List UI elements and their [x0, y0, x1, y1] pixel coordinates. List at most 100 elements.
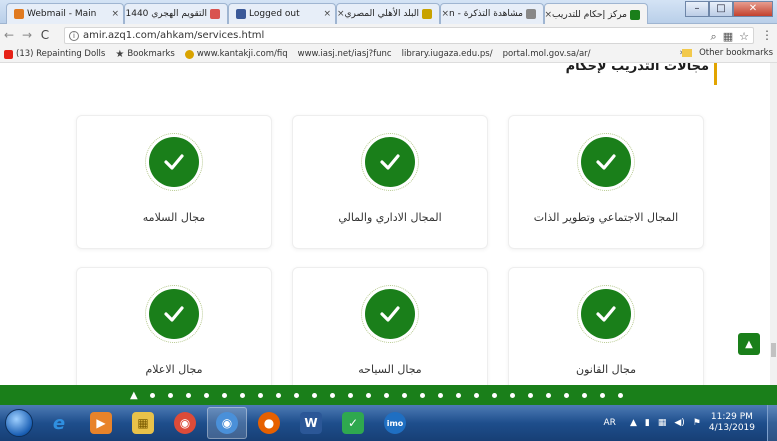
- pager-dot[interactable]: [419, 392, 425, 398]
- pager-dot[interactable]: [545, 392, 551, 398]
- forward-icon[interactable]: →: [18, 28, 36, 42]
- star-icon[interactable]: ☆: [739, 30, 749, 44]
- tab-favicon-icon: [236, 9, 246, 19]
- bookmark-kantakji[interactable]: www.kantakji.com/fiq: [184, 49, 288, 59]
- taskbar-chrome[interactable]: ◉: [165, 407, 205, 439]
- bookmark-mol-portal[interactable]: portal.mol.gov.sa/ar/: [0, 49, 591, 118]
- pager-dot[interactable]: [383, 392, 389, 398]
- translate-icon[interactable]: ▦: [723, 30, 733, 44]
- pager-dot[interactable]: [275, 392, 281, 398]
- close-icon[interactable]: ×: [441, 9, 449, 19]
- tab-logged-out[interactable]: Logged out ×: [228, 3, 336, 24]
- back-icon[interactable]: ←: [0, 28, 18, 42]
- tab-ahkam-center[interactable]: مركز إحكام للتدريب ×: [544, 3, 648, 25]
- volume-icon[interactable]: ◀): [674, 418, 684, 428]
- pager-dot[interactable]: [455, 392, 461, 398]
- pager-dot[interactable]: [149, 392, 155, 398]
- shield-icon: ✓: [342, 412, 364, 434]
- pager-dot[interactable]: [365, 392, 371, 398]
- maximize-icon[interactable]: □: [709, 1, 733, 17]
- bookmark-iasj[interactable]: www.iasj.net/iasj?func: [0, 49, 392, 118]
- pager-dot[interactable]: [599, 392, 605, 398]
- pager-dot[interactable]: [509, 392, 515, 398]
- tab-hijri-calendar[interactable]: التقويم الهجري 1440 ×: [124, 3, 228, 24]
- taskbar-chrome-active[interactable]: ◉: [207, 407, 247, 439]
- minimize-icon[interactable]: –: [685, 1, 709, 17]
- service-card-tourism[interactable]: مجال السياحه: [292, 267, 488, 385]
- pager-dot[interactable]: [347, 392, 353, 398]
- pager-dot[interactable]: [329, 392, 335, 398]
- bookmark-repainting-dolls[interactable]: (13) Repainting Dolls: [4, 49, 105, 59]
- check-badge: [577, 285, 635, 343]
- pager-dot[interactable]: [185, 392, 191, 398]
- pager-dot[interactable]: [167, 392, 173, 398]
- language-indicator[interactable]: AR: [604, 418, 616, 428]
- pager-dot[interactable]: [239, 392, 245, 398]
- menu-kebab-icon[interactable]: ⋮: [761, 28, 773, 42]
- tab-webmail[interactable]: Webmail - Main ×: [6, 3, 124, 24]
- pager-dot[interactable]: [491, 392, 497, 398]
- pager-dot[interactable]: [473, 392, 479, 398]
- pager-dot[interactable]: [257, 392, 263, 398]
- taskbar-imo[interactable]: imo: [375, 407, 415, 439]
- clock[interactable]: 11:29 PM 4/13/2019: [709, 412, 755, 434]
- clock-date: 4/13/2019: [708, 423, 755, 433]
- pager-dot[interactable]: [293, 392, 299, 398]
- url-input[interactable]: i amir.azq1.com/ahkam/services.html ⌕ ▦ …: [64, 27, 754, 44]
- tab-favicon-icon: [526, 9, 536, 19]
- taskbar-media-player[interactable]: ▶: [81, 407, 121, 439]
- pager-dot[interactable]: [581, 392, 587, 398]
- pager-dot[interactable]: [563, 392, 569, 398]
- tab-view-ticket[interactable]: مشاهدة التذكرة - n ×: [440, 3, 544, 24]
- show-hidden-icons-icon[interactable]: ▲: [630, 418, 637, 428]
- start-button[interactable]: [0, 405, 38, 441]
- pager-dot[interactable]: [437, 392, 443, 398]
- info-icon[interactable]: i: [69, 30, 79, 41]
- show-desktop-button[interactable]: [767, 405, 777, 441]
- close-icon[interactable]: ×: [125, 9, 126, 19]
- network-signal-icon[interactable]: ▮: [645, 418, 650, 428]
- taskbar-firefox[interactable]: ●: [249, 407, 289, 439]
- network-icon[interactable]: ▦: [658, 418, 667, 428]
- bookmark-bookmarks[interactable]: ★ Bookmarks: [115, 49, 174, 60]
- check-badge: [145, 285, 203, 343]
- service-card-social-self-development[interactable]: المجال الاجتماعي وتطوير الذات: [508, 115, 704, 249]
- page-scrollbar[interactable]: [770, 63, 777, 385]
- page-title: مجالات التدريب لإحكام: [565, 63, 709, 74]
- taskbar-file-explorer[interactable]: ▦: [123, 407, 163, 439]
- pager-dot[interactable]: [203, 392, 209, 398]
- scrollbar-thumb[interactable]: [771, 343, 776, 357]
- zoom-icon[interactable]: ⌕: [711, 30, 717, 44]
- close-icon[interactable]: ×: [545, 10, 552, 20]
- service-card-media[interactable]: مجال الاعلام: [76, 267, 272, 385]
- close-icon[interactable]: ×: [108, 9, 119, 19]
- action-center-flag-icon[interactable]: ⚑: [693, 418, 701, 428]
- check-badge: [361, 285, 419, 343]
- service-card-safety[interactable]: مجال السلامه: [76, 115, 272, 249]
- scroll-to-top-button[interactable]: ▲: [738, 333, 760, 355]
- reload-icon[interactable]: C: [36, 28, 54, 42]
- close-icon[interactable]: ×: [320, 9, 331, 19]
- card-label: المجال الاداري والمالي: [338, 211, 442, 224]
- taskbar-security[interactable]: ✓: [333, 407, 373, 439]
- taskbar-ie[interactable]: e: [39, 407, 79, 439]
- service-card-law[interactable]: مجال القانون: [508, 267, 704, 385]
- taskbar-word[interactable]: W: [291, 407, 331, 439]
- chevron-up-icon[interactable]: ▲: [130, 390, 138, 401]
- card-label: مجال السياحه: [358, 363, 422, 376]
- close-icon[interactable]: ×: [337, 9, 344, 19]
- pager-dot[interactable]: [617, 392, 623, 398]
- bookmark-label: Bookmarks: [127, 49, 175, 59]
- service-card-admin-finance[interactable]: المجال الاداري والمالي: [292, 115, 488, 249]
- check-badge: [145, 133, 203, 191]
- close-window-icon[interactable]: ✕: [733, 1, 773, 17]
- pager-dot[interactable]: [401, 392, 407, 398]
- pager-dot[interactable]: [221, 392, 227, 398]
- youtube-icon: [4, 49, 13, 59]
- bookmark-iugaza[interactable]: library.iugaza.edu.ps/: [0, 49, 493, 118]
- pager-dot[interactable]: [527, 392, 533, 398]
- system-tray: AR ▲ ▮ ▦ ◀) ⚑ 11:29 PM 4/13/2019: [604, 405, 777, 441]
- pager-dot[interactable]: [311, 392, 317, 398]
- other-bookmarks-button[interactable]: Other bookmarks: [682, 48, 773, 58]
- tab-ahli-bank[interactable]: البلد الأهلي المصري ×: [336, 3, 440, 24]
